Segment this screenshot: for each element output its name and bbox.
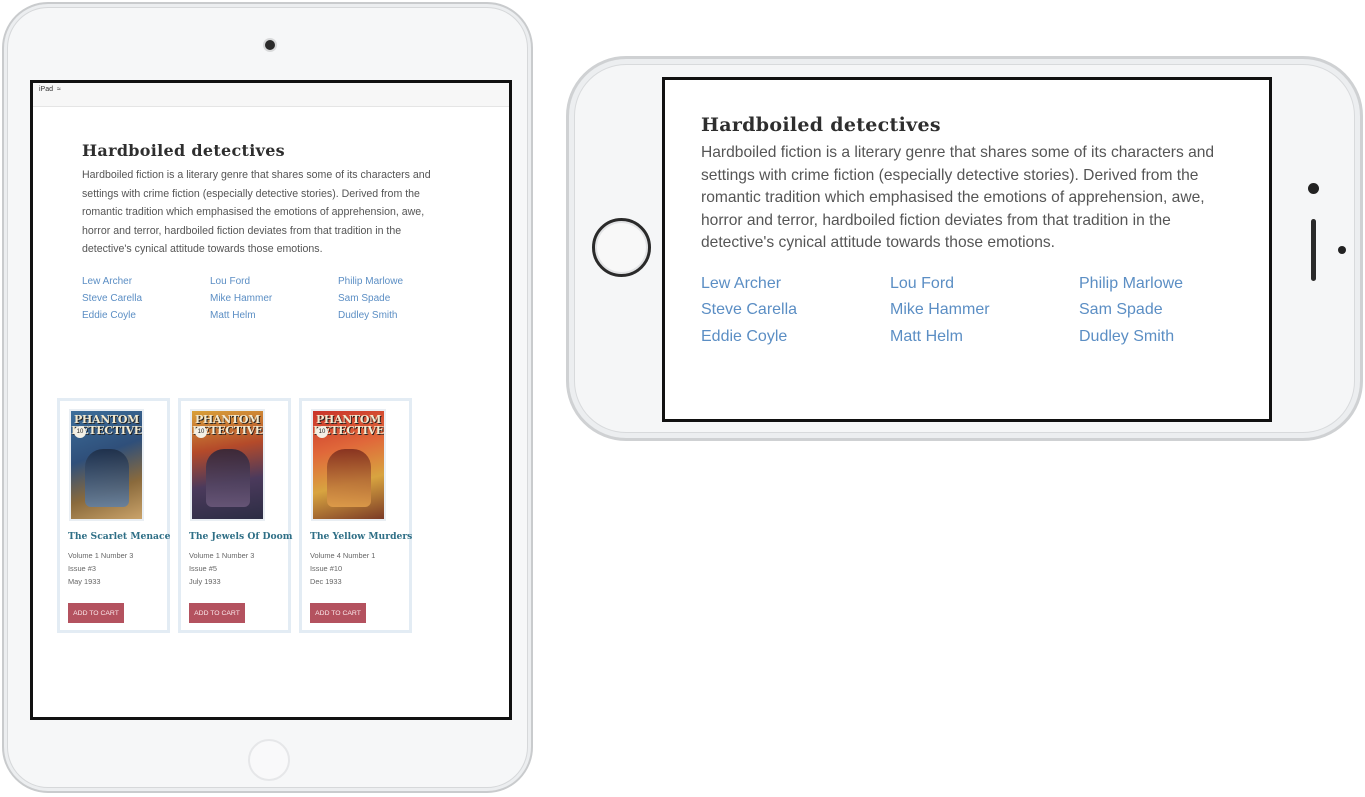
page-title: Hardboiled detectives [82,141,285,160]
product-issue: Issue #10 [310,564,343,573]
iphone-camera [1308,183,1319,194]
product-volume: Volume 1 Number 3 [68,551,134,560]
iphone-sensor [1338,246,1346,254]
detective-link[interactable]: Mike Hammer [890,299,1079,321]
product-date: July 1933 [189,577,221,586]
product-volume: Volume 1 Number 3 [189,551,255,560]
add-to-cart-button[interactable]: ADD TO CART [310,603,366,623]
iphone-article: Hardboiled detectives Hardboiled fiction… [701,114,1241,347]
product-list: PHANTOM DETECTIVE 10 The Scarlet Menace … [57,398,412,633]
product-meta: Volume 1 Number 3 Issue #3 May 1933 [68,549,133,588]
page-description: Hardboiled fiction is a literary genre t… [701,144,1215,251]
cover-figure [85,449,129,507]
product-cover-image[interactable]: PHANTOM DETECTIVE 10 [69,409,144,521]
detective-link[interactable]: Eddie Coyle [82,309,210,323]
cover-figure [327,449,371,507]
product-date: May 1933 [68,577,101,586]
iphone-device: Hardboiled detectives Hardboiled fiction… [566,56,1363,441]
product-card: PHANTOM DETECTIVE 10 The Jewels Of Doom … [178,398,294,633]
ipad-carrier-label: iPad [39,86,54,93]
product-cover-image[interactable]: PHANTOM DETECTIVE 10 [311,409,386,521]
detective-link[interactable]: Sam Spade [338,292,448,306]
detective-link[interactable]: Lew Archer [701,273,890,295]
detective-link[interactable]: Lew Archer [82,275,210,289]
product-card: PHANTOM DETECTIVE 10 The Yellow Murders … [299,398,412,633]
iphone-screen: Hardboiled detectives Hardboiled fiction… [662,77,1272,422]
product-card: PHANTOM DETECTIVE 10 The Scarlet Menace … [57,398,170,633]
add-to-cart-button[interactable]: ADD TO CART [189,603,245,623]
price-badge-icon: 10 [316,426,328,438]
detective-link[interactable]: Dudley Smith [1079,326,1239,348]
ipad-home-button[interactable] [248,739,290,781]
page-description: Hardboiled fiction is a literary genre t… [82,169,431,255]
detective-links: Lew Archer Lou Ford Philip Marlowe Steve… [701,273,1241,348]
product-title[interactable]: The Jewels Of Doom [189,531,294,542]
detective-link[interactable]: Philip Marlowe [1079,273,1239,295]
detective-link[interactable]: Dudley Smith [338,309,448,323]
detective-link[interactable]: Steve Carella [82,292,210,306]
ipad-screen: iPad ≈ Hardboiled detectives Hardboiled … [30,80,512,720]
ipad-device: iPad ≈ Hardboiled detectives Hardboiled … [2,2,533,793]
wifi-icon: ≈ [56,86,61,93]
product-date: Dec 1933 [310,577,342,586]
detective-link[interactable]: Mike Hammer [210,292,338,306]
product-meta: Volume 4 Number 1 Issue #10 Dec 1933 [310,549,375,588]
detective-link[interactable]: Matt Helm [890,326,1079,348]
page-title: Hardboiled detectives [701,114,941,136]
product-meta: Volume 1 Number 3 Issue #5 July 1933 [189,549,254,588]
product-title[interactable]: The Yellow Murders [310,531,415,542]
detective-link[interactable]: Sam Spade [1079,299,1239,321]
detective-link[interactable]: Lou Ford [210,275,338,289]
product-issue: Issue #3 [68,564,96,573]
price-badge-icon: 10 [195,426,207,438]
iphone-home-button[interactable] [592,218,651,277]
detective-link[interactable]: Lou Ford [890,273,1079,295]
iphone-speaker [1311,219,1316,281]
ipad-status-bar: iPad ≈ [33,83,509,107]
add-to-cart-button[interactable]: ADD TO CART [68,603,124,623]
ipad-article: Hardboiled detectives Hardboiled fiction… [82,141,452,323]
product-issue: Issue #5 [189,564,217,573]
detective-link[interactable]: Eddie Coyle [701,326,890,348]
detective-link[interactable]: Philip Marlowe [338,275,448,289]
product-title[interactable]: The Scarlet Menace [68,531,173,542]
detective-link[interactable]: Matt Helm [210,309,338,323]
product-cover-image[interactable]: PHANTOM DETECTIVE 10 [190,409,265,521]
detective-links: Lew Archer Lou Ford Philip Marlowe Steve… [82,275,452,323]
ipad-camera [265,40,275,50]
price-badge-icon: 10 [74,426,86,438]
product-volume: Volume 4 Number 1 [310,551,376,560]
cover-figure [206,449,250,507]
detective-link[interactable]: Steve Carella [701,299,890,321]
